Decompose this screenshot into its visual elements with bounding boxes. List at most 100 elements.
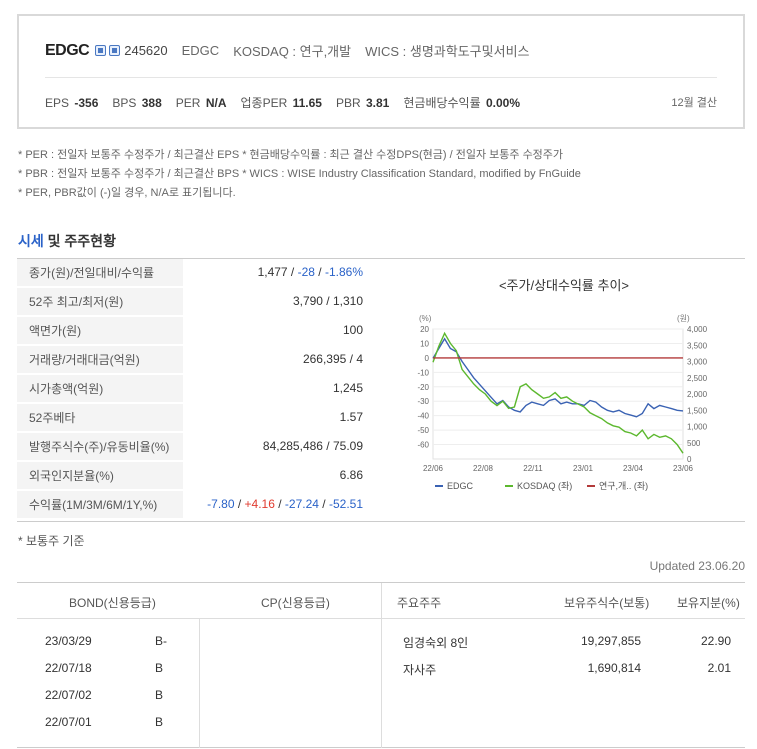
right-tick-label: 500 — [687, 439, 701, 448]
x-tick-label: 22/11 — [523, 464, 543, 473]
info-row: 수익률(1M/3M/6M/1Y,%) -7.80 / +4.16 / -27.24… — [17, 491, 383, 518]
info-label: 시가총액(억원) — [17, 375, 183, 402]
updated-date: Updated 23.06.20 — [649, 559, 745, 573]
right-tick-label: 0 — [687, 455, 692, 464]
info-label: 발행주식수(주)/유동비율(%) — [17, 433, 183, 460]
info-value: 6.86 — [339, 468, 363, 483]
holder-pct: 22.90 — [700, 634, 731, 648]
right-axis-unit: (원) — [677, 314, 690, 323]
left-tick-label: -40 — [417, 412, 429, 421]
info-label: 외국인지분율(%) — [17, 462, 183, 489]
footnote: * 보통주 기준 — [18, 534, 85, 548]
metric-per: PER N/A — [175, 95, 227, 110]
definition-notes: * PER : 전일자 보통주 수정주가 / 최근결산 EPS * 현금배당수익… — [18, 146, 581, 203]
holder-shares: 1,690,814 — [587, 661, 641, 675]
col-shares: 보유주식수(보통) — [564, 596, 650, 610]
bond-date: 22/07/01 — [45, 715, 92, 729]
divider — [199, 619, 200, 748]
holder-name: 임경숙외 8인 — [403, 636, 469, 650]
info-row: 시가총액(억원) 1,245 — [17, 375, 383, 402]
info-row: 종가(원)/전일대비/수익률 1,477 / -28 / -1.86% — [17, 259, 383, 286]
bond-date: 22/07/18 — [45, 661, 92, 675]
company-summary-box: EDGC 245620 EDGC KOSDAQ : 연구,개발 WICS : 생… — [17, 14, 745, 129]
divider — [45, 77, 717, 78]
col-bond: BOND(신용등급) — [69, 596, 156, 610]
document-icon[interactable] — [109, 45, 121, 56]
company-name: EDGC — [45, 41, 90, 59]
note-line: * PER : 전일자 보통주 수정주가 / 최근결산 EPS * 현금배당수익… — [18, 149, 564, 161]
info-value: 1,477 / -28 / -1.86% — [257, 265, 363, 280]
note-line: * PER, PBR값이 (-)일 경우, N/A로 표기됩니다. — [18, 187, 236, 199]
metrics-row: EPS -356 BPS 388 PER N/A 업종PER 11.65 PBR… — [45, 94, 534, 111]
left-tick-label: 20 — [420, 325, 429, 334]
info-label: 52주 최고/최저(원) — [17, 288, 183, 315]
legend-label: 연구,개.. (좌) — [599, 481, 648, 491]
info-row: 52주 최고/최저(원) 3,790 / 1,310 — [17, 288, 383, 315]
note-line: * PBR : 전일자 보통주 수정주가 / 최근결산 BPS * WICS :… — [18, 168, 581, 180]
price-chart-panel: <주가/상대수익률 추이> (%) (원) 20 10 0 -10 -20 -30 -40 -50… — [383, 258, 745, 522]
bond-grade: B — [155, 715, 164, 729]
company-header-row: EDGC 245620 EDGC KOSDAQ : 연구,개발 WICS : 생… — [45, 41, 530, 60]
bond-date: 22/07/02 — [45, 688, 92, 702]
wics-sector: WICS : 생명과학도구및서비스 — [365, 44, 530, 59]
legend-label: KOSDAQ (좌) — [517, 481, 572, 491]
section-title: 시세 및 주주현황 — [18, 231, 116, 251]
right-tick-label: 1,000 — [687, 423, 708, 432]
left-tick-label: -60 — [417, 441, 429, 450]
left-tick-label: -10 — [417, 368, 429, 377]
info-row: 발행주식수(주)/유동비율(%) 84,285,486 / 75.09 — [17, 433, 383, 460]
x-tick-label: 22/08 — [473, 464, 494, 473]
info-value: 100 — [342, 323, 363, 338]
right-tick-label: 2,000 — [687, 390, 708, 399]
plot-area — [432, 328, 684, 460]
col-pct: 보유지분(%) — [677, 596, 740, 610]
holder-shares: 19,297,855 — [580, 634, 641, 648]
right-tick-label: 3,000 — [687, 358, 708, 367]
bond-grade: B- — [155, 634, 167, 648]
right-tick-label: 2,500 — [687, 374, 708, 383]
info-label: 수익률(1M/3M/6M/1Y,%) — [17, 491, 183, 518]
section-title-rest: 및 주주현황 — [43, 233, 116, 249]
info-value: 1,245 — [332, 381, 363, 396]
info-value: 266,395 / 4 — [302, 352, 363, 367]
info-value: 1.57 — [339, 410, 363, 425]
section-title-highlight: 시세 — [18, 233, 44, 249]
right-tick-label: 4,000 — [687, 325, 708, 334]
home-icon[interactable] — [95, 45, 107, 56]
info-value: 3,790 / 1,310 — [292, 294, 363, 309]
x-tick-label: 23/06 — [673, 464, 694, 473]
col-cp: CP(신용등급) — [261, 596, 330, 610]
bond-date: 23/03/29 — [45, 634, 92, 648]
info-row: 외국인지분율(%) 6.86 — [17, 462, 383, 489]
bond-shareholder-table: BOND(신용등급) CP(신용등급) 주요주주 보유주식수(보통) 보유지분(… — [17, 582, 745, 748]
left-tick-label: 10 — [420, 339, 429, 348]
left-axis-unit: (%) — [419, 314, 432, 323]
metric-pbr: PBR 3.81 — [335, 95, 390, 110]
metric-bps: BPS 388 — [112, 95, 162, 110]
left-tick-label: -20 — [417, 383, 429, 392]
legend-label: EDGC — [447, 481, 474, 491]
holder-name: 자사주 — [403, 663, 437, 677]
info-value: 84,285,486 / 75.09 — [262, 439, 363, 454]
info-row: 거래량/거래대금(억원) 266,395 / 4 — [17, 346, 383, 373]
market-info-table: 종가(원)/전일대비/수익률 1,477 / -28 / -1.86% 52주 최고… — [17, 258, 383, 522]
left-tick-label: -50 — [417, 426, 429, 435]
ticker: EDGC — [181, 43, 220, 58]
bond-grade: B — [155, 661, 164, 675]
info-row: 52주베타 1.57 — [17, 404, 383, 431]
x-tick-label: 23/01 — [573, 464, 594, 473]
left-tick-label: -30 — [417, 397, 429, 406]
info-label: 종가(원)/전일대비/수익률 — [17, 259, 183, 286]
stock-code: 245620 — [124, 43, 168, 58]
fiscal-settlement: 12월 결산 — [671, 97, 717, 109]
holder-pct: 2.01 — [707, 661, 731, 675]
x-tick-label: 23/04 — [623, 464, 644, 473]
info-label: 52주베타 — [17, 404, 183, 431]
right-tick-label: 3,500 — [687, 341, 708, 350]
col-holder: 주요주주 — [397, 596, 442, 610]
info-label: 액면가(원) — [17, 317, 183, 344]
divider — [381, 583, 382, 748]
metric-dividend-yield: 현금배당수익률 0.00% — [403, 96, 521, 110]
x-tick-label: 22/06 — [423, 464, 444, 473]
info-row: 액면가(원) 100 — [17, 317, 383, 344]
